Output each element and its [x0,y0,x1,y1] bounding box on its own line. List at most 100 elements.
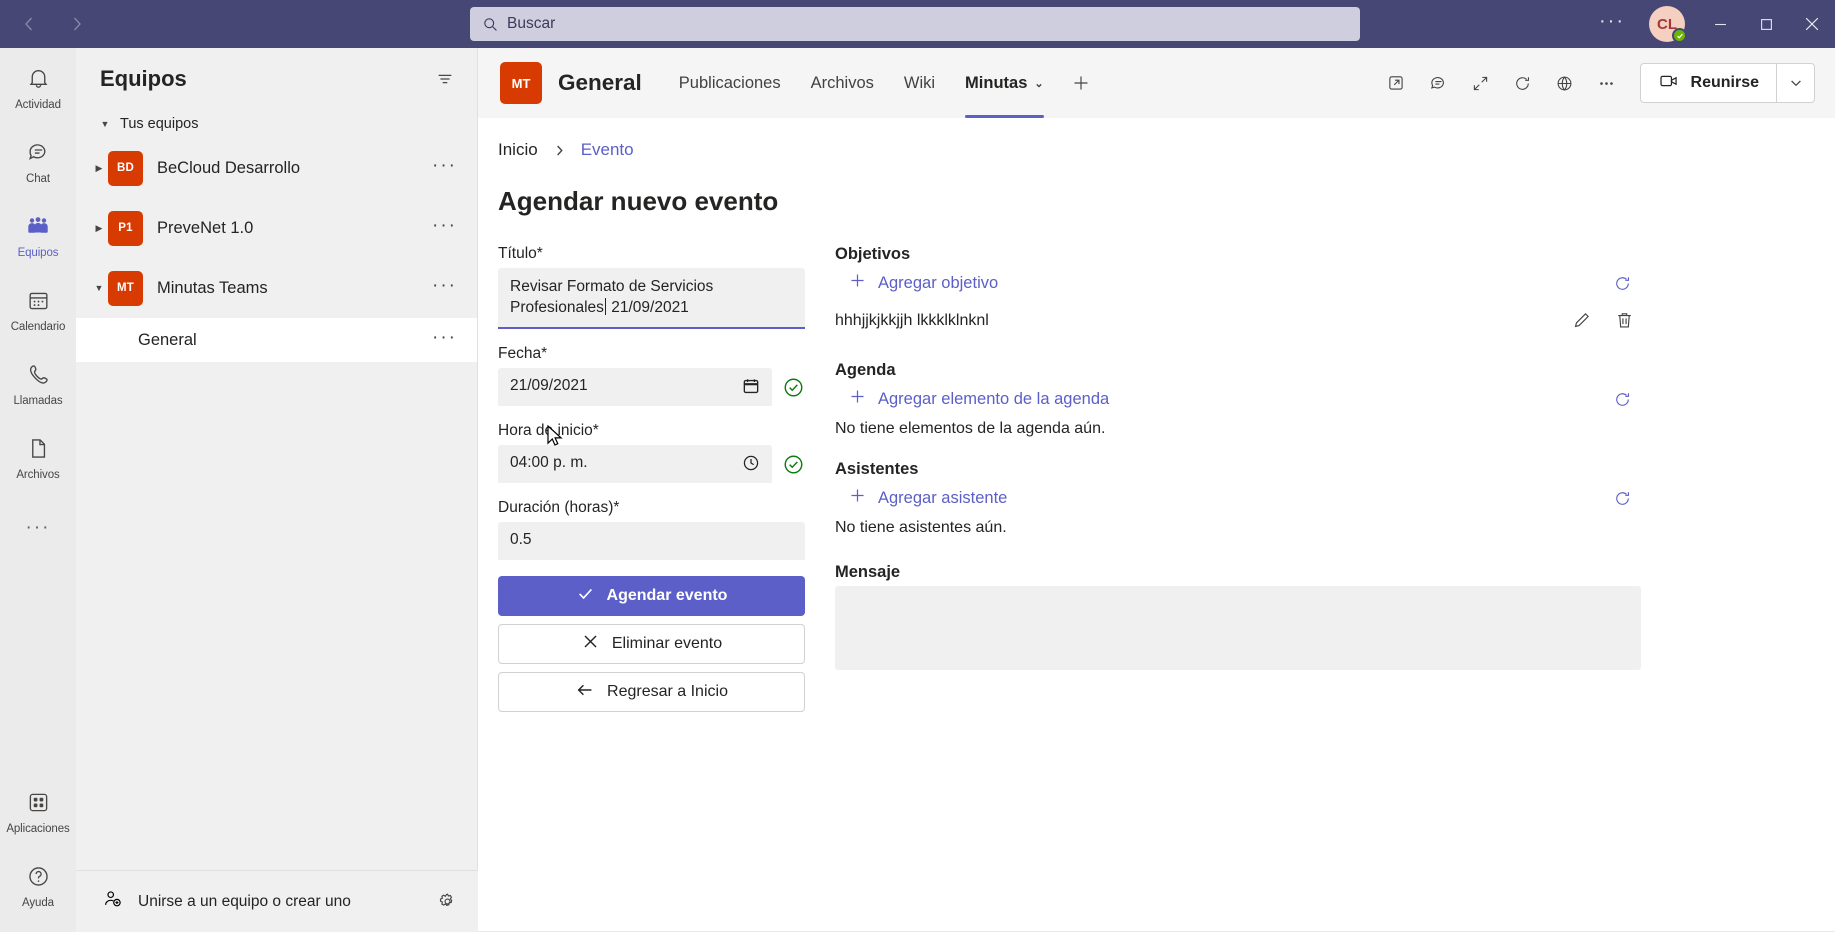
back-button[interactable] [10,5,48,43]
field-duracion: Duración (horas)* 0.5 [498,499,805,561]
close-button[interactable] [1789,0,1835,48]
duracion-input[interactable]: 0.5 [498,522,805,561]
breadcrumb: Inicio Evento [478,140,1835,160]
eliminar-evento-label: Eliminar evento [611,635,723,653]
forward-button[interactable] [58,5,96,43]
agendar-evento-button[interactable]: Agendar evento [498,576,805,617]
chevron-down-icon[interactable]: ▼ [90,283,108,293]
meet-button[interactable]: Reunirse [1641,64,1776,102]
hora-inicio-input[interactable]: 04:00 p. m. [498,445,772,484]
rail-item-actividad[interactable]: Actividad [0,54,76,122]
tab-label: Wiki [903,73,936,92]
window-title-bar: Buscar ··· CL [0,0,1835,48]
plus-icon [849,487,866,509]
fecha-input[interactable]: 21/09/2021 [498,368,772,407]
avatar[interactable]: CL [1649,6,1687,43]
objetivos-refresh-icon[interactable] [1612,273,1639,294]
team-name: Minutas Teams [157,278,268,297]
titulo-input[interactable]: Revisar Formato de Servicios Profesional… [498,268,805,330]
agenda-refresh-icon[interactable] [1612,389,1639,410]
maximize-button[interactable] [1743,0,1789,48]
nav-arrows [10,5,96,43]
chevron-down-icon[interactable]: ⌄ [1034,77,1043,90]
text-cursor [604,297,606,315]
gear-icon[interactable] [437,891,458,912]
rail-item-label: Aplicaciones [6,822,70,835]
open-in-new-window-icon[interactable] [1378,64,1416,102]
trash-icon[interactable] [1614,310,1635,331]
tab-minutas[interactable]: Minutas ⌄ [950,48,1059,118]
content-area: MT General Publicaciones Archivos Wiki M… [478,48,1835,932]
refresh-icon[interactable] [1504,64,1542,102]
rail-item-label: Ayuda [22,896,54,909]
team-name: BeCloud Desarrollo [157,158,301,177]
more-options-icon[interactable] [1588,64,1626,102]
calendar-picker-icon[interactable] [742,377,760,395]
rail-item-aplicaciones[interactable]: Aplicaciones [0,778,76,846]
apps-icon [26,790,51,820]
hora-inicio-input-value: 04:00 p. m. [510,454,588,472]
asistentes-refresh-icon[interactable] [1612,488,1639,509]
chevron-right-icon[interactable]: ▶ [90,163,108,174]
regresar-a-inicio-button[interactable]: Regresar a Inicio [498,672,805,713]
agregar-asistente-button[interactable]: Agregar asistente [835,483,1007,513]
agregar-elemento-agenda-button[interactable]: Agregar elemento de la agenda [835,384,1109,414]
team-more-options-button[interactable]: ··· [432,156,457,181]
agregar-objetivo-button[interactable]: Agregar objetivo [835,268,998,298]
clock-icon[interactable] [742,454,760,472]
agregar-elemento-agenda-label: Agregar elemento de la agenda [878,389,1110,408]
plus-icon [849,272,866,294]
your-teams-section-header[interactable]: ▼ Tus equipos [76,110,477,138]
chat-icon [26,140,51,170]
titlebar-more-button[interactable]: ··· [1587,11,1637,31]
join-or-create-team-button[interactable]: Unirse a un equipo o crear uno [102,888,437,915]
agenda-header-row: Agregar elemento de la agenda [835,384,1643,414]
mensaje-textarea[interactable] [835,586,1641,670]
fecha-row: 21/09/2021 [498,368,805,407]
rail-item-llamadas[interactable]: Llamadas [0,350,76,418]
expand-icon[interactable] [1462,64,1500,102]
form-and-details-columns: Título* Revisar Formato de Servicios Pro… [478,245,1835,720]
rail-item-equipos[interactable]: Equipos [0,202,76,270]
team-row[interactable]: ▼ MT Minutas Teams ··· [76,258,477,318]
search-input[interactable]: Buscar [470,7,1360,41]
arrow-left-icon [575,680,595,705]
pencil-icon[interactable] [1571,310,1592,331]
add-tab-button[interactable] [1059,48,1103,118]
objetivos-section: Objetivos Agregar objetivo hhhjjkjkkjjh … [835,245,1643,337]
tab-label: Archivos [810,73,874,92]
rail-item-calendario[interactable]: Calendario [0,276,76,344]
chevron-right-icon[interactable]: ▶ [90,223,108,234]
mensaje-title: Mensaje [835,563,901,581]
field-label: Fecha* [498,345,548,363]
filter-icon[interactable] [435,69,455,89]
team-more-options-button[interactable]: ··· [432,216,457,241]
conversation-icon[interactable] [1420,64,1458,102]
agenda-title: Agenda [835,361,896,379]
check-icon [576,584,595,608]
titulo-input-value: Revisar Formato de Servicios Profesional… [510,278,714,316]
meet-options-chevron-down-icon[interactable] [1776,64,1814,102]
eliminar-evento-button[interactable]: Eliminar evento [498,624,805,665]
minimize-button[interactable] [1697,0,1743,48]
channel-row-general[interactable]: General ··· [76,318,477,362]
rail-item-chat[interactable]: Chat [0,128,76,196]
tab-publicaciones[interactable]: Publicaciones [664,48,796,118]
rail-more-apps-button[interactable]: ··· [0,504,76,552]
rail-item-archivos[interactable]: Archivos [0,424,76,492]
mensaje-section: Mensaje [835,563,1643,670]
tab-wiki[interactable]: Wiki [889,48,950,118]
rail-item-ayuda[interactable]: Ayuda [0,852,76,920]
hora-valid-check-circle-icon [782,453,805,476]
team-row[interactable]: ▶ P1 PreveNet 1.0 ··· [76,198,477,258]
agendar-evento-label: Agendar evento [606,587,728,605]
rail-bottom-group: Aplicaciones Ayuda [0,772,76,920]
globe-icon[interactable] [1546,64,1584,102]
breadcrumb-item-inicio[interactable]: Inicio [498,140,538,160]
tab-archivos[interactable]: Archivos [796,48,889,118]
team-more-options-button[interactable]: ··· [432,276,457,301]
team-row[interactable]: ▶ BD BeCloud Desarrollo ··· [76,138,477,198]
meet-button-label: Reunirse [1690,74,1759,91]
breadcrumb-item-evento[interactable]: Evento [581,140,634,160]
channel-more-options-button[interactable]: ··· [432,328,457,353]
